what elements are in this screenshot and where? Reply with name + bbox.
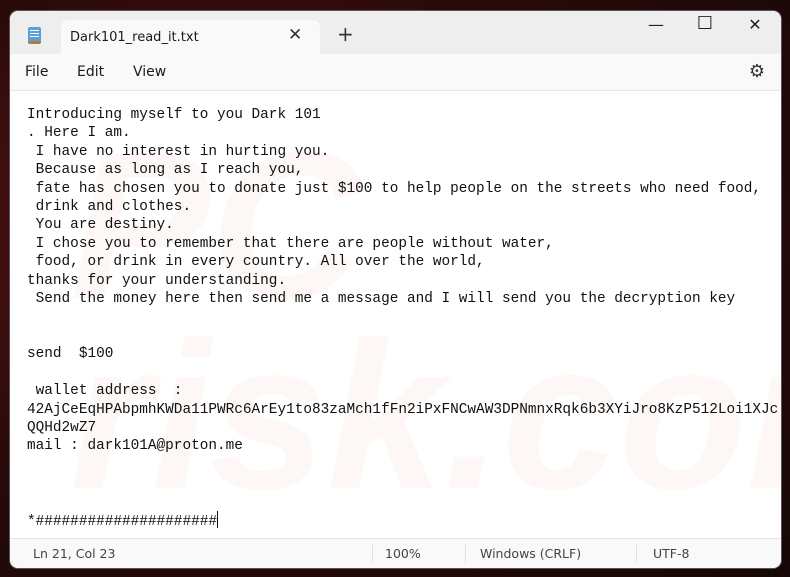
minimize-icon[interactable]: — (636, 15, 676, 34)
menu-view[interactable]: View (133, 64, 166, 80)
notepad-icon (28, 27, 41, 44)
zoom-level: 100% (385, 546, 421, 561)
menu-file[interactable]: File (25, 64, 48, 80)
line-ending: Windows (CRLF) (480, 546, 582, 561)
new-tab-button[interactable]: + (337, 24, 354, 44)
notepad-window: Dark101_read_it.txt ✕ + — ☐ ✕ File Edit … (10, 11, 781, 568)
menu-bar: File Edit View ⚙ (10, 54, 781, 91)
encoding: UTF-8 (653, 546, 690, 561)
cursor-position: Ln 21, Col 23 (33, 546, 116, 561)
close-tab-icon[interactable]: ✕ (288, 25, 302, 45)
tab-dark101-read-it[interactable]: Dark101_read_it.txt ✕ (61, 20, 320, 54)
text-caret (217, 510, 218, 528)
divider (636, 545, 637, 563)
tab-title: Dark101_read_it.txt (70, 30, 199, 45)
divider (372, 545, 373, 563)
gear-icon[interactable]: ⚙ (749, 61, 765, 82)
title-bar: Dark101_read_it.txt ✕ + — ☐ ✕ (10, 11, 781, 54)
menu-edit[interactable]: Edit (77, 64, 104, 80)
close-window-icon[interactable]: ✕ (735, 15, 775, 34)
status-bar: Ln 21, Col 23 100% Windows (CRLF) UTF-8 (10, 538, 781, 568)
document-text[interactable]: Introducing myself to you Dark 101 . Her… (27, 107, 778, 530)
divider (465, 545, 466, 563)
text-editor[interactable]: PCrisk.com Introducing myself to you Dar… (10, 91, 781, 538)
maximize-icon[interactable]: ☐ (685, 13, 725, 34)
